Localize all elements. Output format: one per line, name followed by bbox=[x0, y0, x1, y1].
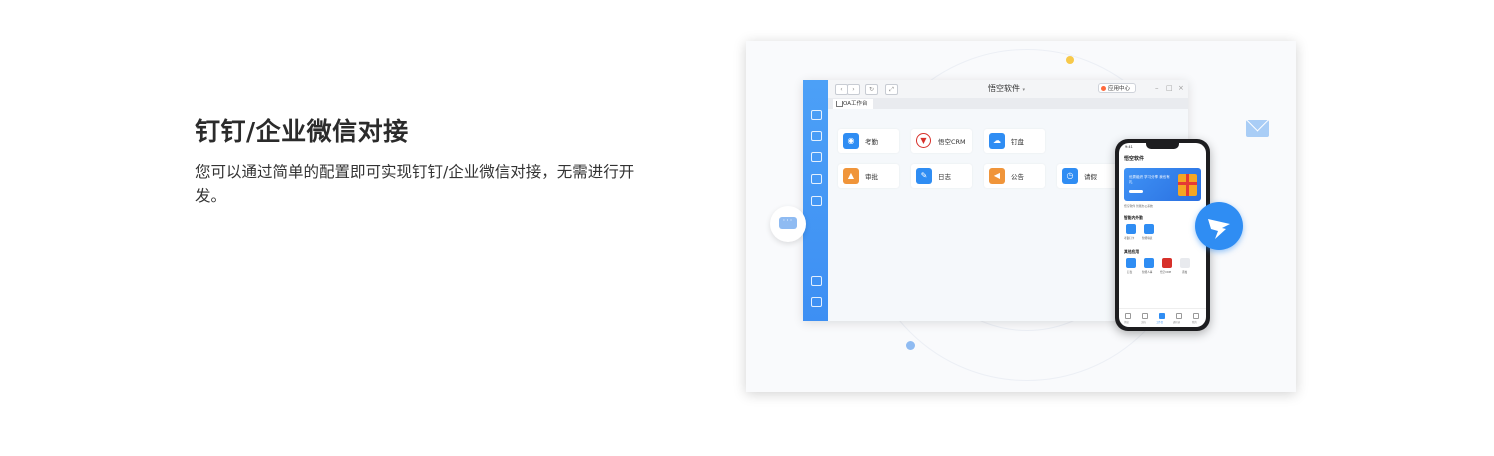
phone-section-title: 智能内外勤 bbox=[1124, 215, 1143, 220]
phone-tab-label: 消息 bbox=[1124, 321, 1129, 324]
dingtalk-logo-icon bbox=[1195, 202, 1243, 250]
app-label: 审批 bbox=[865, 173, 878, 181]
phone-screen: 9:41 悟空软件 优秀组织 学习分享 我也有礼 悟空软件 智能办公系统 智能内… bbox=[1119, 143, 1206, 327]
tab-messages-icon[interactable] bbox=[1125, 313, 1131, 319]
phone-title: 悟空软件 bbox=[1124, 156, 1145, 162]
banner-text: 优秀组织 学习分享 我也有礼 bbox=[1129, 175, 1170, 184]
phone-tab-label: 文档 bbox=[1141, 321, 1146, 324]
phone-notch bbox=[1146, 143, 1179, 149]
phone-status-time: 9:41 bbox=[1125, 145, 1133, 149]
app-card-log[interactable]: ✎ 日志 bbox=[911, 164, 972, 188]
phone-app-attendance[interactable] bbox=[1126, 224, 1136, 234]
window-titlebar: ‹ › ↻ ⤢ 悟空软件 ▾ 应用中心 – □ × bbox=[828, 80, 1188, 99]
window-tabbar: OA工作台 bbox=[828, 98, 1188, 109]
phone-app-label: 添加 bbox=[1182, 271, 1188, 274]
gift-icon bbox=[1178, 174, 1197, 196]
megaphone-icon: ◀ bbox=[989, 168, 1005, 184]
phone-app-label: 悟空CRM bbox=[1160, 271, 1172, 274]
phone-app-hr[interactable] bbox=[1144, 258, 1154, 268]
phone-tab-label: 工作台 bbox=[1156, 321, 1164, 324]
banner-button[interactable] bbox=[1129, 190, 1143, 193]
decor-dot-yellow bbox=[1066, 56, 1074, 64]
phone-app-label: 考勤打卡 bbox=[1124, 237, 1135, 240]
phone-tab-label: 通讯录 bbox=[1173, 321, 1181, 324]
app-center-label: 应用中心 bbox=[1108, 86, 1131, 92]
grid-icon[interactable] bbox=[811, 276, 822, 286]
refresh-button[interactable]: ↻ bbox=[865, 84, 878, 95]
app-label: 请假 bbox=[1084, 173, 1097, 181]
tab-docs-icon[interactable] bbox=[1142, 313, 1148, 319]
app-label: 公告 bbox=[1011, 173, 1024, 181]
app-center-icon bbox=[1101, 86, 1106, 91]
close-button[interactable]: × bbox=[1178, 84, 1184, 92]
feature-title: 钉钉/企业微信对接 bbox=[195, 117, 409, 146]
app-label: 考勤 bbox=[865, 138, 878, 146]
app-label: 日志 bbox=[938, 173, 951, 181]
decor-dot-blue bbox=[906, 341, 915, 350]
tab-label: OA工作台 bbox=[843, 101, 868, 107]
home-icon bbox=[836, 101, 843, 107]
stamp-icon: ▲ bbox=[843, 168, 859, 184]
app-card-leave[interactable]: ◷ 请假 bbox=[1057, 164, 1118, 188]
phone-app-add[interactable] bbox=[1180, 258, 1190, 268]
cloud-icon: ☁ bbox=[989, 133, 1005, 149]
app-card-dingpan[interactable]: ☁ 钉盘 bbox=[984, 129, 1045, 153]
phone-tab-label: 我的 bbox=[1192, 321, 1197, 324]
app-label: 钉盘 bbox=[1011, 138, 1024, 146]
phone-app-dingpan[interactable] bbox=[1126, 258, 1136, 268]
clock-icon: ◷ bbox=[1062, 168, 1078, 184]
note-icon: ✎ bbox=[916, 168, 932, 184]
app-center-button[interactable]: 应用中心 bbox=[1098, 83, 1136, 93]
chat-dots-icon: ··· bbox=[779, 217, 797, 229]
app-card-approval[interactable]: ▲ 审批 bbox=[838, 164, 899, 188]
app-card-wukong-crm[interactable]: ▼ 悟空CRM bbox=[911, 129, 972, 153]
calendar-icon[interactable] bbox=[811, 131, 822, 141]
chat-icon[interactable] bbox=[811, 110, 822, 120]
phone-notice: 悟空软件 智能办公系统 bbox=[1124, 204, 1153, 208]
mail-icon[interactable] bbox=[811, 297, 822, 307]
envelope-icon bbox=[1246, 120, 1269, 137]
tab-oa-workbench[interactable]: OA工作台 bbox=[833, 99, 873, 109]
window-title: 悟空软件 ▾ bbox=[988, 83, 1025, 94]
fullscreen-button[interactable]: ⤢ bbox=[885, 84, 898, 95]
tab-profile-icon[interactable] bbox=[1193, 313, 1199, 319]
minimize-button[interactable]: – bbox=[1155, 84, 1159, 92]
app-card-announcement[interactable]: ◀ 公告 bbox=[984, 164, 1045, 188]
phone-app-smart-form[interactable] bbox=[1144, 224, 1154, 234]
window-sidebar bbox=[803, 80, 828, 321]
tab-workbench-icon[interactable] bbox=[1159, 313, 1165, 319]
maximize-button[interactable]: □ bbox=[1166, 84, 1173, 92]
phone-app-label: 智能人事 bbox=[1142, 271, 1153, 274]
app-label: 悟空CRM bbox=[938, 138, 966, 146]
phone-icon[interactable] bbox=[811, 174, 822, 184]
dingtalk-wing-icon bbox=[1208, 219, 1230, 239]
phone-app-label: 钉盘 bbox=[1127, 271, 1133, 274]
forward-button[interactable]: › bbox=[847, 84, 860, 95]
cloud-icon[interactable] bbox=[811, 196, 822, 206]
phone-app-wukong-crm[interactable] bbox=[1162, 258, 1172, 268]
wukong-logo-icon: ▼ bbox=[916, 133, 931, 148]
phone-section-title: 其他应用 bbox=[1124, 249, 1140, 254]
window-title-text: 悟空软件 bbox=[988, 84, 1020, 93]
chat-bubble-icon: ··· bbox=[770, 206, 806, 242]
integration-illustration: ‹ › ↻ ⤢ 悟空软件 ▾ 应用中心 – □ × OA工作台 ◉ 考勤 ▼ 悟… bbox=[746, 41, 1296, 392]
docs-icon[interactable] bbox=[811, 152, 822, 162]
feature-description: 您可以通过简单的配置即可实现钉钉/企业微信对接，无需进行开发。 bbox=[195, 163, 635, 205]
window-title-caret: ▾ bbox=[1022, 87, 1026, 93]
location-icon: ◉ bbox=[843, 133, 859, 149]
phone-banner[interactable]: 优秀组织 学习分享 我也有礼 bbox=[1124, 168, 1201, 201]
phone-tabbar: 消息 文档 工作台 通讯录 我的 bbox=[1119, 308, 1206, 327]
tab-contacts-icon[interactable] bbox=[1176, 313, 1182, 319]
app-card-attendance[interactable]: ◉ 考勤 bbox=[838, 129, 899, 153]
phone-app-label: 智能填表 bbox=[1142, 237, 1153, 240]
